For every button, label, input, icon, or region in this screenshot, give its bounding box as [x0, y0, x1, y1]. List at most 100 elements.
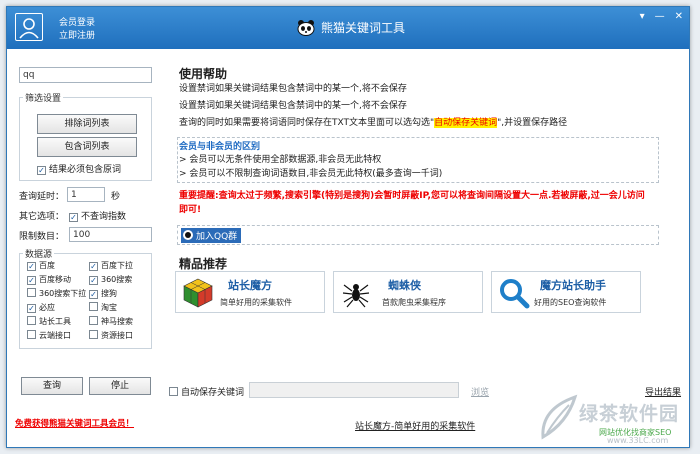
recommend-card-assistant[interactable]: 魔方站长助手 好用的SEO查询软件	[491, 271, 641, 313]
help-line-3-a: 查询的同时如果需要将词语同时保存在TXT文本里面可以选勾选"	[179, 118, 435, 128]
qq-penguin-icon	[183, 230, 193, 240]
checkbox-box[interactable]: ✓	[27, 262, 36, 271]
keyword-input[interactable]: qq	[19, 67, 152, 83]
checkbox-box[interactable]	[89, 302, 98, 311]
stop-button[interactable]: 停止	[89, 377, 151, 395]
member-title: 会员与非会员的区别	[179, 142, 261, 152]
datasource-checkbox[interactable]: ✓ 百度下拉	[89, 260, 133, 271]
recommend-card-zhanzhang[interactable]: 站长魔方 简单好用的采集软件	[175, 271, 325, 313]
register-link[interactable]: 立即注册	[59, 30, 95, 43]
datasource-label: 360搜索下拉	[39, 289, 87, 298]
window-controls: ▾ — ✕	[640, 11, 683, 22]
recommend-title: 精品推荐	[179, 257, 228, 271]
datasource-checkbox[interactable]: 资源接口	[89, 330, 133, 341]
datasource-checkbox[interactable]: ✓ 必应	[27, 302, 55, 313]
datasource-checkbox[interactable]: 淘宝	[89, 302, 117, 313]
datasource-checkbox[interactable]: ✓ 360搜索	[89, 274, 132, 285]
datasource-checkbox[interactable]: 云端接口	[27, 330, 71, 341]
datasource-checkbox[interactable]: ✓ 百度移动	[27, 274, 71, 285]
title-bar: 会员登录 立即注册 熊猫关键词工具 ▾ — ✕	[7, 7, 689, 49]
checkbox-box[interactable]: ✓	[89, 290, 98, 299]
close-icon[interactable]: ✕	[675, 11, 683, 22]
login-link[interactable]: 会员登录	[59, 17, 95, 30]
timeout-unit: 秒	[111, 192, 121, 202]
checkbox-box[interactable]: ✓	[89, 276, 98, 285]
datasource-checkbox[interactable]: 站长工具	[27, 316, 71, 327]
checkbox-box[interactable]	[169, 387, 178, 396]
timeout-stepper[interactable]: 1	[67, 187, 105, 202]
checkbox-box[interactable]	[89, 330, 98, 339]
datasource-label: 资源接口	[101, 331, 133, 340]
no-query-index-checkbox[interactable]: ✓ 不查询指数	[69, 209, 126, 222]
auto-save-highlight: 自动保存关键词	[434, 118, 498, 128]
checkbox-box[interactable]: ✓	[27, 304, 36, 313]
must-include-checkbox[interactable]: ✓ 结果必须包含原词	[37, 162, 121, 175]
datasource-label: 百度	[39, 261, 55, 270]
app-title-text: 熊猫关键词工具	[321, 21, 406, 35]
datasource-title: 数据源	[23, 247, 55, 260]
datasource-label: 百度移动	[39, 275, 71, 284]
datasource-label: 搜狗	[101, 289, 117, 298]
card-subtitle: 好用的SEO查询软件	[534, 298, 607, 307]
auto-save-label: 自动保存关键词	[181, 388, 245, 398]
member-line-2: > 会员可以不限制查询词语数目,非会员无此特权(最多查询一千词)	[179, 169, 443, 179]
datasource-checkbox[interactable]: ✓ 百度	[27, 260, 55, 271]
checkbox-box[interactable]	[27, 316, 36, 325]
include-list-button[interactable]: 包含词列表	[37, 137, 137, 157]
help-line-3-b: ",并设置保存路径	[497, 118, 568, 128]
card-title: 魔方站长助手	[540, 279, 606, 292]
card-subtitle: 首款爬虫采集程序	[382, 298, 446, 307]
must-include-label: 结果必须包含原词	[49, 165, 122, 175]
help-line-2: 设置禁词如果关键词结果包含禁词中的某一个,将不会保存	[179, 101, 407, 111]
exclude-list-button[interactable]: 排除词列表	[37, 114, 137, 134]
qq-group-label: 加入QQ群	[196, 232, 238, 242]
checkbox-box[interactable]	[27, 330, 36, 339]
checkbox-box[interactable]: ✓	[27, 276, 36, 285]
filter-group-title: 筛选设置	[23, 91, 64, 104]
query-button[interactable]: 查询	[21, 377, 83, 395]
datasource-label: 360搜索	[101, 275, 133, 284]
browse-link[interactable]: 浏览	[471, 385, 489, 398]
app-title: 熊猫关键词工具	[297, 19, 405, 36]
datasource-label: 淘宝	[101, 303, 117, 312]
checkbox-box[interactable]: ✓	[37, 166, 46, 175]
magnifier-icon	[500, 279, 530, 309]
limit-label: 限制数目：	[19, 232, 65, 242]
datasource-label: 必应	[39, 303, 55, 312]
avatar[interactable]	[15, 13, 43, 41]
rubik-cube-icon	[183, 278, 213, 308]
account-links: 会员登录 立即注册	[59, 17, 95, 43]
recommend-card-spider[interactable]: 蜘蛛侠 首款爬虫采集程序	[333, 271, 483, 313]
watermark-url: www.33LC.com	[607, 436, 669, 445]
qq-group-button[interactable]: 加入QQ群	[181, 228, 242, 243]
datasource-label: 站长工具	[39, 317, 71, 326]
footer-promo-link[interactable]: 站长魔方-简单好用的采集软件	[355, 419, 475, 432]
help-line-1: 设置禁词如果关键词结果包含禁词中的某一个,将不会保存	[179, 84, 407, 94]
checkbox-box[interactable]: ✓	[69, 213, 78, 222]
datasource-checkbox[interactable]: ✓ 搜狗	[89, 288, 117, 299]
checkbox-box[interactable]	[89, 316, 98, 325]
other-options-label: 其它选项：	[19, 212, 65, 222]
watermark-text: 绿茶软件园	[579, 403, 680, 425]
limit-input[interactable]: 100	[69, 227, 152, 242]
minimize-icon[interactable]: —	[655, 11, 665, 22]
auto-save-checkbox[interactable]: 自动保存关键词	[169, 385, 244, 398]
card-subtitle: 简单好用的采集软件	[220, 298, 292, 307]
checkbox-box[interactable]: ✓	[89, 262, 98, 271]
spider-icon	[342, 284, 370, 308]
datasource-checkbox[interactable]: 360搜索下拉	[27, 288, 86, 299]
leaf-logo-icon	[541, 394, 578, 440]
panda-logo-icon	[297, 19, 315, 36]
help-line-3: 查询的同时如果需要将词语同时保存在TXT文本里面可以选勾选"自动保存关键词",并…	[179, 115, 567, 131]
datasource-label: 百度下拉	[101, 261, 133, 270]
help-title: 使用帮助	[179, 67, 228, 81]
checkbox-box[interactable]	[27, 288, 36, 297]
no-query-index-label: 不查询指数	[81, 212, 127, 222]
menu-dropdown-icon[interactable]: ▾	[640, 11, 645, 22]
timeout-label: 查询延时：	[19, 192, 65, 202]
datasource-label: 神马搜索	[101, 317, 133, 326]
free-member-link[interactable]: 免费获得熊猫关键词工具会员！	[15, 417, 134, 429]
datasource-checkbox[interactable]: 神马搜索	[89, 316, 133, 327]
qq-box	[177, 225, 659, 245]
save-path-input[interactable]	[249, 382, 459, 398]
